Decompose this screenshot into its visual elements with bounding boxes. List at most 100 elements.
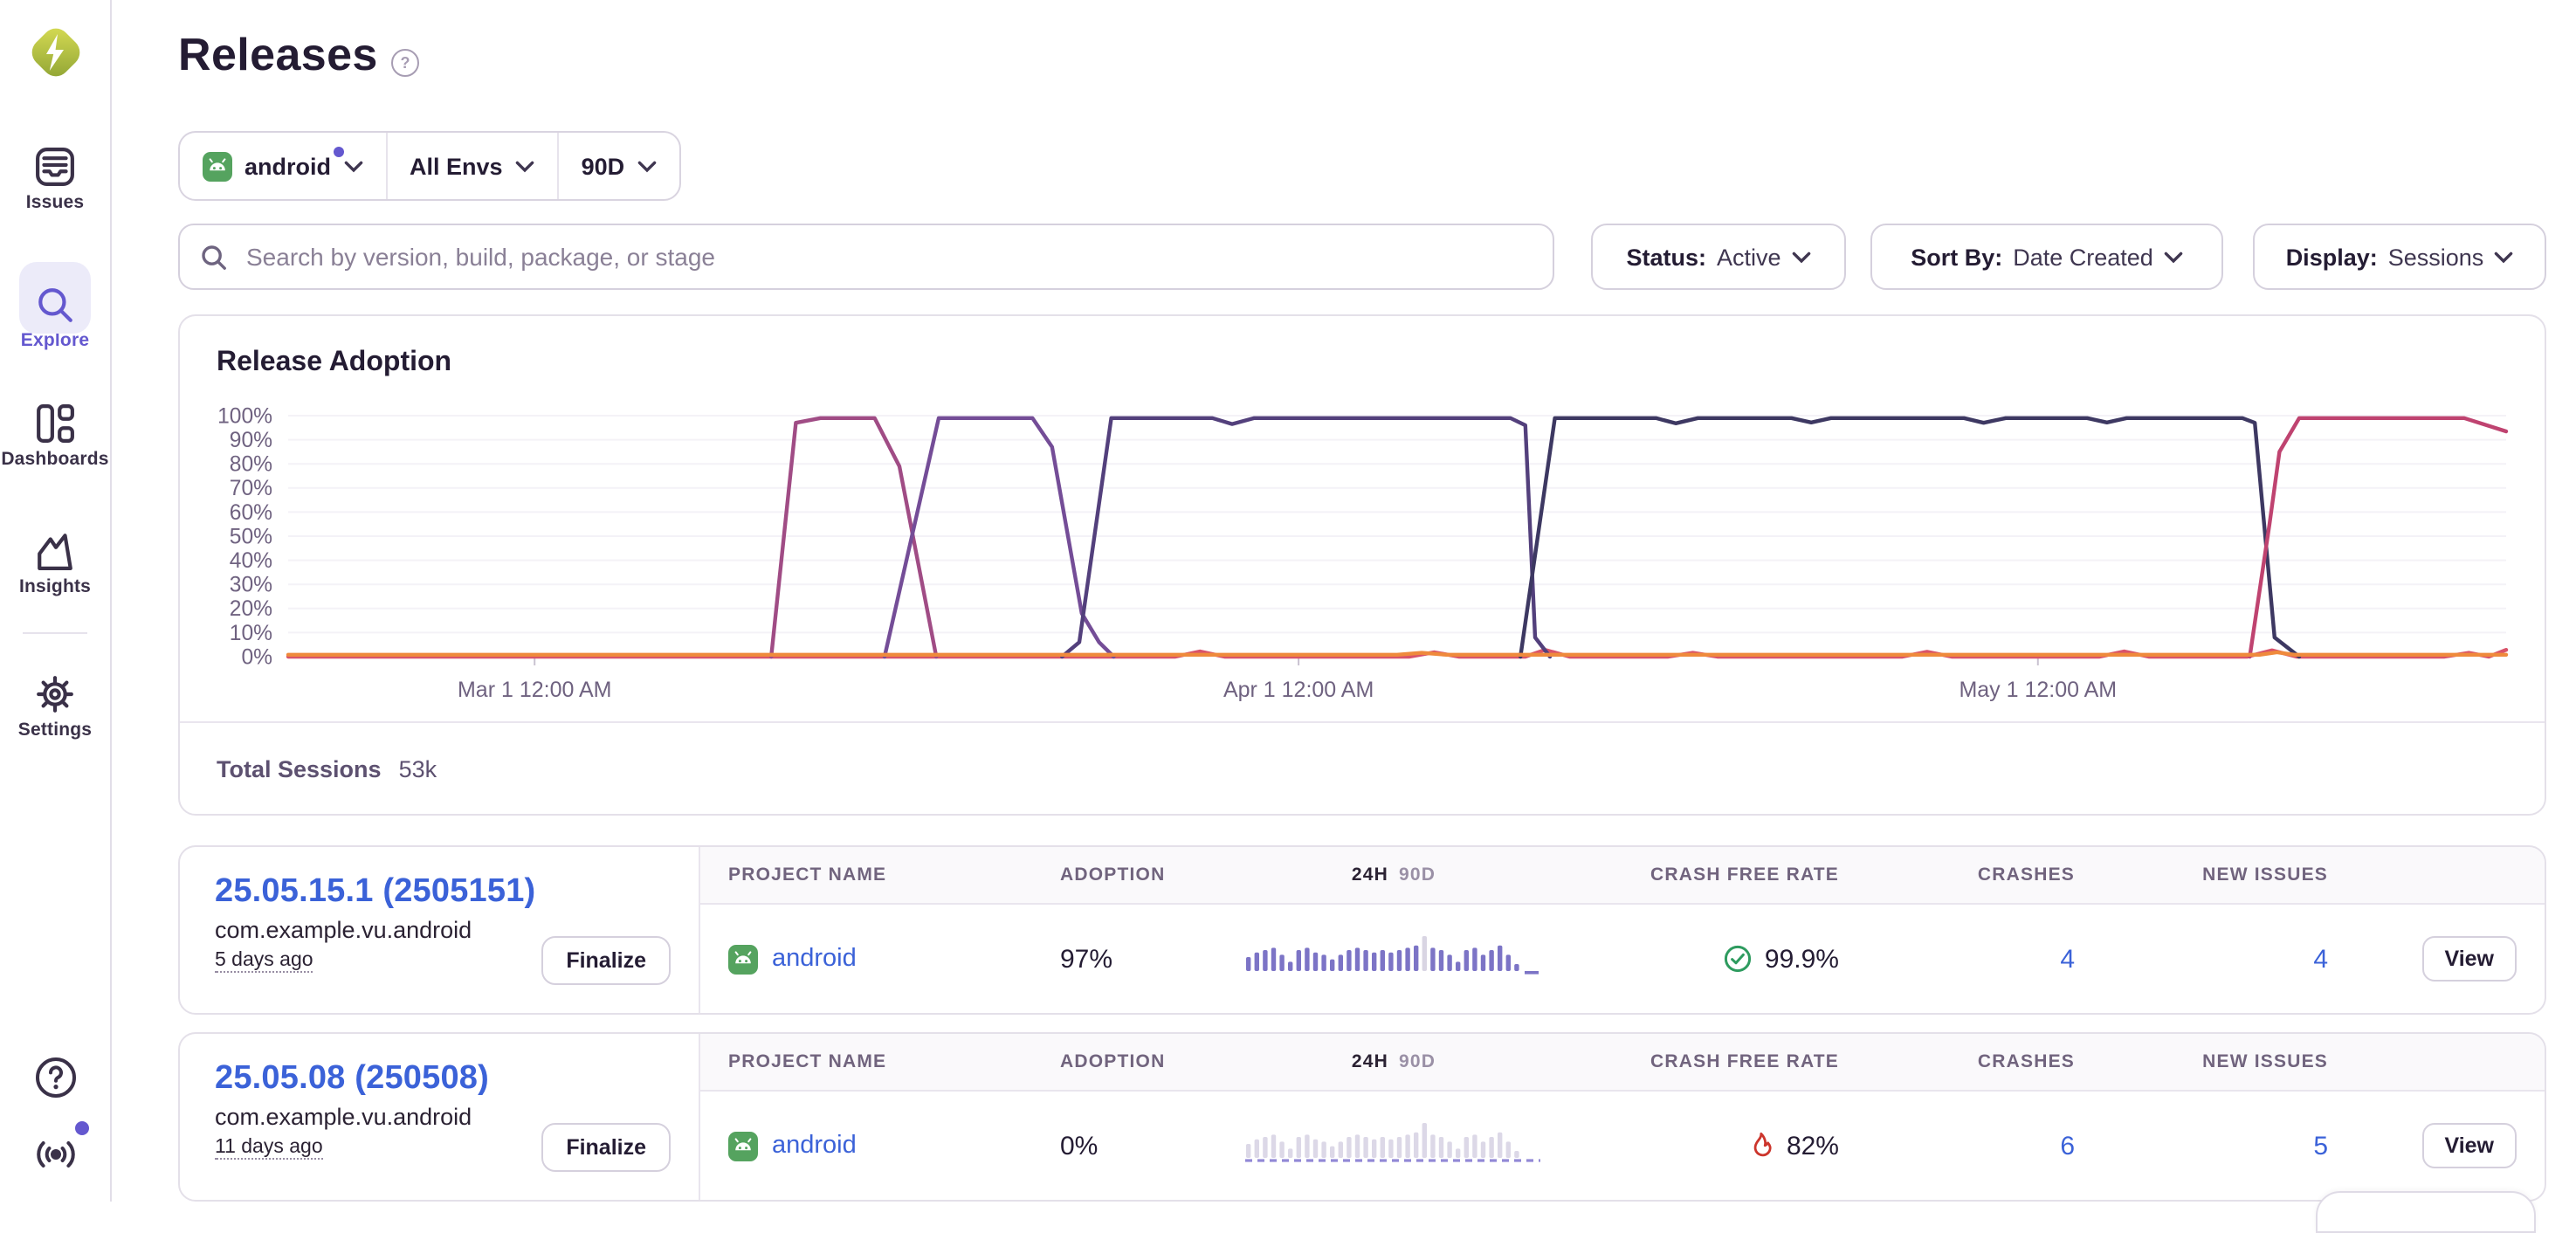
display-dropdown[interactable]: Display: Sessions xyxy=(2253,224,2546,290)
insights-icon xyxy=(0,524,110,576)
release-adoption-panel: Release Adoption 0%10%20%30%40%50%60%70%… xyxy=(178,314,2546,816)
col-new-issues: NEW ISSUES xyxy=(2075,864,2328,885)
chart-title: Release Adoption xyxy=(217,348,451,379)
sidebar-item-dashboards[interactable]: Dashboards xyxy=(0,396,110,470)
release-age[interactable]: 11 days ago xyxy=(215,1137,323,1160)
date-range-filter[interactable]: 90D xyxy=(557,133,679,199)
broadcast-icon xyxy=(0,1128,110,1181)
table-row: android 0% 82% 6 5 View xyxy=(700,1092,2545,1200)
sidebar-item-issues[interactable]: Issues xyxy=(0,140,110,213)
col-crash-free-rate: CRASH FREE RATE xyxy=(1577,1051,1839,1072)
environment-filter-label: All Envs xyxy=(410,153,503,179)
project-filter[interactable]: android xyxy=(180,133,385,199)
svg-text:0%: 0% xyxy=(241,645,272,669)
svg-text:May 1 12:00 AM: May 1 12:00 AM xyxy=(1959,678,2117,702)
page-help-icon[interactable]: ? xyxy=(391,49,419,77)
adoption-value: 97% xyxy=(1060,944,1210,974)
status-dropdown[interactable]: Status: Active xyxy=(1591,224,1846,290)
finalize-button[interactable]: Finalize xyxy=(541,936,671,985)
col-24h-90d[interactable]: 24H90D xyxy=(1210,1051,1577,1072)
sidebar-item-settings[interactable]: Settings xyxy=(0,667,110,740)
notification-dot xyxy=(75,1121,89,1135)
finalize-button[interactable]: Finalize xyxy=(541,1123,671,1172)
floating-widget-peek[interactable] xyxy=(2316,1191,2536,1233)
sessions-sparkline[interactable] xyxy=(1243,933,1544,978)
release-table: PROJECT NAME ADOPTION 24H90D CRASH FREE … xyxy=(700,847,2545,1013)
release-age[interactable]: 5 days ago xyxy=(215,950,313,973)
android-project-icon xyxy=(728,1131,758,1161)
total-sessions-value: 53k xyxy=(399,755,437,782)
android-project-icon xyxy=(728,944,758,974)
total-sessions-label: Total Sessions xyxy=(217,755,382,782)
project-link[interactable]: android xyxy=(772,945,857,973)
svg-text:30%: 30% xyxy=(230,574,272,597)
help-button[interactable] xyxy=(0,1051,110,1104)
sidebar-item-explore[interactable]: Explore xyxy=(0,278,110,351)
crash-free-rate-cell: 82% xyxy=(1577,1131,1839,1161)
search-explore-icon xyxy=(0,278,110,330)
svg-text:10%: 10% xyxy=(230,622,272,645)
col-24h-90d[interactable]: 24H90D xyxy=(1210,864,1577,885)
svg-text:Apr 1 12:00 AM: Apr 1 12:00 AM xyxy=(1223,678,1374,702)
sentry-logo[interactable] xyxy=(24,21,87,84)
search-input[interactable] xyxy=(243,241,1532,272)
total-sessions-row: Total Sessions 53k xyxy=(180,721,2545,814)
svg-text:Mar 1 12:00 AM: Mar 1 12:00 AM xyxy=(458,678,611,702)
col-crashes: CRASHES xyxy=(1839,1051,2075,1072)
gear-icon xyxy=(0,667,110,720)
sort-by-dropdown[interactable]: Sort By: Date Created xyxy=(1870,224,2223,290)
sidebar-item-insights[interactable]: Insights xyxy=(0,524,110,597)
svg-text:20%: 20% xyxy=(230,597,272,621)
chevron-down-icon xyxy=(2164,251,2183,263)
date-range-filter-label: 90D xyxy=(582,153,625,179)
col-crash-free-rate: CRASH FREE RATE xyxy=(1577,864,1839,885)
fire-icon xyxy=(1748,1132,1774,1160)
environment-filter[interactable]: All Envs xyxy=(385,133,557,199)
project-link[interactable]: android xyxy=(772,1132,857,1160)
svg-text:50%: 50% xyxy=(230,525,272,548)
search-bar xyxy=(178,224,1554,290)
search-icon xyxy=(201,244,227,270)
check-circle-icon xyxy=(1725,945,1753,973)
table-header: PROJECT NAME ADOPTION 24H90D CRASH FREE … xyxy=(700,847,2545,906)
col-adoption: ADOPTION xyxy=(1060,1051,1210,1072)
new-issues-count-link[interactable]: 4 xyxy=(2313,944,2328,974)
col-crashes: CRASHES xyxy=(1839,864,2075,885)
chevron-down-icon xyxy=(637,160,656,172)
app-root: Issues Explore Dashboards xyxy=(0,0,2576,1202)
table-row: android 97% 99.9% 4 4 View xyxy=(700,906,2545,1013)
crash-free-rate-value: 82% xyxy=(1787,1131,1839,1161)
view-button[interactable]: View xyxy=(2421,1123,2517,1168)
col-project-name: PROJECT NAME xyxy=(728,1051,1060,1072)
release-card: 25.05.08 (250508) com.example.vu.android… xyxy=(178,1032,2546,1202)
chevron-down-icon xyxy=(343,160,362,172)
svg-text:40%: 40% xyxy=(230,549,272,573)
crashes-count-link[interactable]: 6 xyxy=(2060,1131,2075,1161)
release-info: 25.05.08 (250508) com.example.vu.android… xyxy=(180,1034,700,1200)
whats-new-button[interactable] xyxy=(0,1128,110,1181)
release-card: 25.05.15.1 (2505151) com.example.vu.andr… xyxy=(178,845,2546,1015)
svg-text:60%: 60% xyxy=(230,501,272,525)
col-project-name: PROJECT NAME xyxy=(728,864,1060,885)
page-filter-bar: android All Envs 90D xyxy=(178,131,680,201)
view-button[interactable]: View xyxy=(2421,936,2517,982)
svg-text:70%: 70% xyxy=(230,477,272,500)
release-version-link[interactable]: 25.05.08 (250508) xyxy=(215,1060,699,1099)
chevron-down-icon xyxy=(1792,251,1811,263)
sidebar-divider xyxy=(23,632,87,634)
dashboards-icon xyxy=(0,396,110,449)
col-adoption: ADOPTION xyxy=(1060,864,1210,885)
table-header: PROJECT NAME ADOPTION 24H90D CRASH FREE … xyxy=(700,1034,2545,1092)
project-filter-label: android xyxy=(245,153,331,179)
crashes-count-link[interactable]: 4 xyxy=(2060,944,2075,974)
release-version-link[interactable]: 25.05.15.1 (2505151) xyxy=(215,873,699,912)
project-notification-dot xyxy=(333,147,343,157)
chevron-down-icon xyxy=(515,160,534,172)
new-issues-count-link[interactable]: 5 xyxy=(2313,1131,2328,1161)
col-new-issues: NEW ISSUES xyxy=(2075,1051,2328,1072)
chevron-down-icon xyxy=(2494,251,2513,263)
page-title: Releases xyxy=(178,28,378,82)
svg-text:100%: 100% xyxy=(217,404,272,428)
svg-text:90%: 90% xyxy=(230,429,272,452)
sessions-sparkline[interactable] xyxy=(1243,1119,1544,1165)
